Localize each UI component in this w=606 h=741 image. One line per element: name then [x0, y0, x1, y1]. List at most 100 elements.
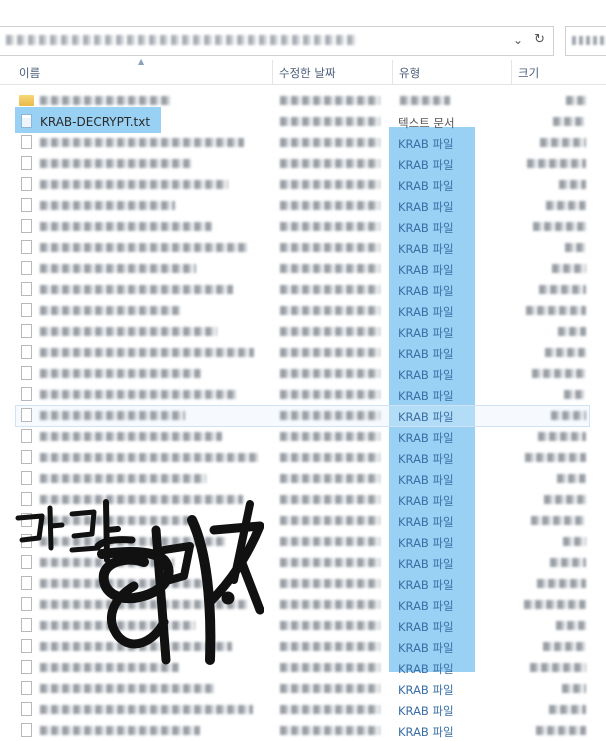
- file-type: KRAB 파일: [398, 704, 454, 718]
- file-icon: [21, 198, 32, 212]
- column-divider[interactable]: [392, 60, 393, 84]
- modified-date-blurred: [280, 285, 380, 294]
- column-size-header[interactable]: 크기: [518, 64, 539, 82]
- modified-date-blurred: [280, 348, 380, 357]
- file-row[interactable]: KRAB 파일: [0, 321, 606, 342]
- file-type: KRAB 파일: [398, 431, 454, 445]
- modified-date-blurred: [280, 663, 380, 672]
- file-icon: [21, 345, 32, 359]
- file-type: KRAB 파일: [398, 242, 454, 256]
- file-type-blurred: [400, 96, 450, 105]
- modified-date-blurred: [280, 537, 380, 546]
- file-icon: [21, 261, 32, 275]
- file-row[interactable]: KRAB 파일: [0, 426, 606, 447]
- search-placeholder-blurred: [572, 36, 606, 45]
- text-file-icon: [21, 114, 32, 128]
- file-type: KRAB 파일: [398, 158, 454, 172]
- file-row[interactable]: KRAB 파일: [0, 300, 606, 321]
- file-type: KRAB 파일: [398, 536, 454, 550]
- modified-date-blurred: [280, 327, 380, 336]
- file-size-blurred: [526, 306, 586, 315]
- file-icon: [21, 681, 32, 695]
- file-type: KRAB 파일: [398, 641, 454, 655]
- file-row[interactable]: KRAB 파일: [0, 174, 606, 195]
- file-name-blurred: [40, 306, 180, 315]
- file-type: KRAB 파일: [398, 263, 454, 277]
- file-row[interactable]: KRAB 파일: [0, 258, 606, 279]
- file-row[interactable]: KRAB 파일: [0, 132, 606, 153]
- file-icon: [21, 387, 32, 401]
- file-icon: [21, 135, 32, 149]
- file-icon: [21, 366, 32, 380]
- file-type: KRAB 파일: [398, 179, 454, 193]
- file-name-blurred: [40, 348, 254, 357]
- modified-date-blurred: [280, 684, 380, 693]
- file-size-blurred: [540, 138, 586, 147]
- column-header: 이름 ▲ 수정한 날짜 유형 크기: [0, 57, 606, 85]
- file-type: 텍스트 문서: [398, 116, 455, 130]
- file-type: KRAB 파일: [398, 620, 454, 634]
- file-name-blurred: [40, 327, 217, 336]
- modified-date-blurred: [280, 243, 380, 252]
- search-input[interactable]: [565, 26, 606, 56]
- file-row[interactable]: KRAB 파일: [0, 699, 606, 720]
- file-name-blurred: [40, 390, 238, 399]
- file-icon: [21, 324, 32, 338]
- chevron-down-icon[interactable]: ⌄: [513, 33, 523, 47]
- column-modified-header[interactable]: 수정한 날짜: [279, 64, 336, 82]
- file-name-blurred: [40, 222, 212, 231]
- file-row[interactable]: KRAB 파일: [0, 678, 606, 699]
- file-size-blurred: [530, 663, 586, 672]
- file-row[interactable]: KRAB 파일: [0, 153, 606, 174]
- file-row[interactable]: KRAB 파일: [0, 405, 606, 426]
- file-type: KRAB 파일: [398, 473, 454, 487]
- file-type: KRAB 파일: [398, 410, 454, 424]
- column-divider[interactable]: [511, 60, 512, 84]
- modified-date-blurred: [280, 222, 380, 231]
- file-row[interactable]: KRAB-DECRYPT.txt 텍스트 문서: [0, 107, 606, 133]
- file-name-blurred: [40, 96, 170, 105]
- file-row[interactable]: KRAB 파일: [0, 342, 606, 363]
- modified-date-blurred: [280, 390, 380, 399]
- file-row[interactable]: KRAB 파일: [0, 363, 606, 384]
- file-size-blurred: [533, 222, 586, 231]
- file-icon: [21, 219, 32, 233]
- column-name-header[interactable]: 이름: [19, 64, 40, 82]
- modified-date-blurred: [280, 516, 380, 525]
- file-icon: [21, 177, 32, 191]
- modified-date-blurred: [280, 201, 380, 210]
- file-size-blurred: [556, 621, 586, 630]
- column-divider[interactable]: [272, 60, 273, 84]
- file-type: KRAB 파일: [398, 137, 454, 151]
- file-row[interactable]: KRAB 파일: [0, 447, 606, 468]
- file-type: KRAB 파일: [398, 389, 454, 403]
- file-name-blurred: [40, 159, 191, 168]
- file-row[interactable]: KRAB 파일: [0, 195, 606, 216]
- file-size-blurred: [553, 117, 586, 126]
- file-type: KRAB 파일: [398, 347, 454, 361]
- file-size-blurred: [552, 264, 586, 273]
- file-row[interactable]: KRAB 파일: [0, 237, 606, 258]
- file-name-blurred: [40, 453, 259, 462]
- file-size-blurred: [558, 327, 586, 336]
- file-type: KRAB 파일: [398, 725, 454, 739]
- file-row[interactable]: KRAB 파일: [0, 279, 606, 300]
- address-bar[interactable]: ⌄ ↻: [0, 22, 556, 58]
- file-icon: [21, 303, 32, 317]
- modified-date-blurred: [280, 138, 380, 147]
- address-field[interactable]: ⌄ ↻: [0, 26, 554, 56]
- column-type-header[interactable]: 유형: [399, 64, 420, 82]
- file-name[interactable]: KRAB-DECRYPT.txt: [40, 115, 150, 129]
- refresh-icon[interactable]: ↻: [534, 32, 545, 47]
- file-row[interactable]: KRAB 파일: [0, 384, 606, 405]
- file-row[interactable]: KRAB 파일: [0, 468, 606, 489]
- file-row[interactable]: KRAB 파일: [0, 216, 606, 237]
- file-type: KRAB 파일: [398, 662, 454, 676]
- file-size-blurred: [559, 180, 586, 189]
- modified-date-blurred: [280, 453, 380, 462]
- file-name-blurred: [40, 180, 228, 189]
- file-size-blurred: [566, 96, 586, 105]
- file-name-blurred: [40, 726, 200, 735]
- modified-date-blurred: [280, 264, 380, 273]
- file-row[interactable]: KRAB 파일: [0, 720, 606, 741]
